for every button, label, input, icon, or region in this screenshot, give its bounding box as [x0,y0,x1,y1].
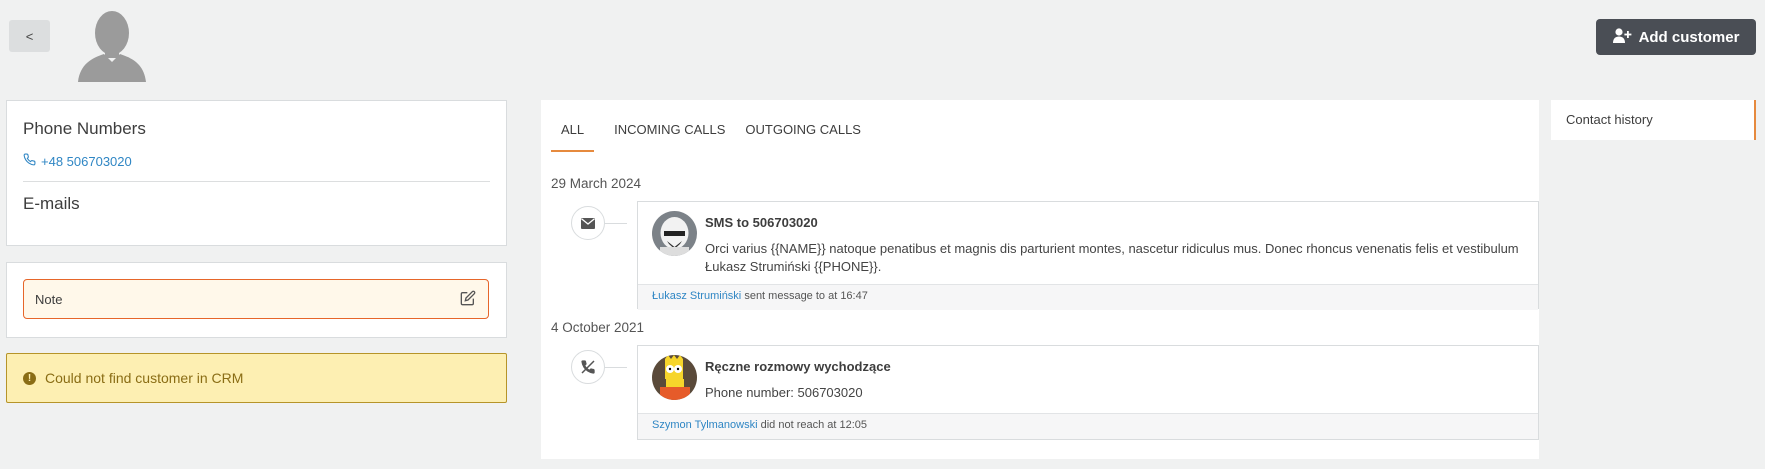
divider [23,181,490,182]
contact-history-tab[interactable]: Contact history [1551,100,1756,140]
tab-all[interactable]: ALL [551,100,595,152]
footer-text: did not reach at 12:05 [757,419,868,431]
phone-missed-icon [571,350,605,384]
add-customer-label: Add customer [1638,28,1740,46]
contact-card: Phone Numbers +48 506703020 E-mails [6,100,507,246]
user-avatar [652,355,697,400]
date-heading: 4 October 2021 [551,320,645,335]
tab-incoming-calls[interactable]: INCOMING CALLS [614,100,725,152]
user-link[interactable]: Szymon Tylmanowski [652,419,758,431]
footer-text: sent message to at 16:47 [741,290,868,302]
entry-footer: Łukasz Strumiński sent message to at 16:… [638,284,1538,310]
back-button[interactable]: < [9,20,50,52]
note-card: Note [6,262,507,338]
timeline-connector [605,223,627,224]
add-customer-button[interactable]: Add customer [1596,19,1756,55]
phone-link[interactable]: +48 506703020 [23,153,132,169]
timeline-connector [605,367,627,368]
crm-warning: ! Could not find customer in CRM [6,353,507,403]
entry-text: Phone number: 506703020 [705,385,863,400]
user-link[interactable]: Łukasz Strumiński [652,290,741,302]
phone-icon [23,153,36,169]
user-avatar [652,211,697,256]
history-entry: Ręczne rozmowy wychodzące Phone number: … [637,345,1539,440]
exclamation-icon: ! [23,371,36,385]
note-label: Note [35,291,63,307]
customer-avatar [74,6,150,86]
history-panel: ALL INCOMING CALLS OUTGOING CALLS 29 Mar… [541,100,1539,459]
history-entry: SMS to 506703020 Orci varius {{NAME}} na… [637,201,1539,310]
warning-text: Could not find customer in CRM [45,370,244,386]
phone-numbers-title: Phone Numbers [23,119,146,138]
edit-icon[interactable] [460,290,476,309]
entry-title: Ręczne rozmowy wychodzące [705,359,891,374]
phone-number: +48 506703020 [41,153,132,169]
tab-outgoing-calls[interactable]: OUTGOING CALLS [745,100,861,152]
history-tabs: ALL INCOMING CALLS OUTGOING CALLS [551,100,861,152]
entry-text: Orci varius {{NAME}} natoque penatibus e… [705,241,1519,274]
envelope-icon [571,206,605,240]
entry-footer: Szymon Tylmanowski did not reach at 12:0… [638,413,1538,439]
date-heading: 29 March 2024 [551,176,642,191]
entry-title: SMS to 506703020 [705,215,818,230]
note-field[interactable]: Note [23,279,489,319]
add-user-icon [1612,27,1632,47]
emails-title: E-mails [23,194,80,213]
